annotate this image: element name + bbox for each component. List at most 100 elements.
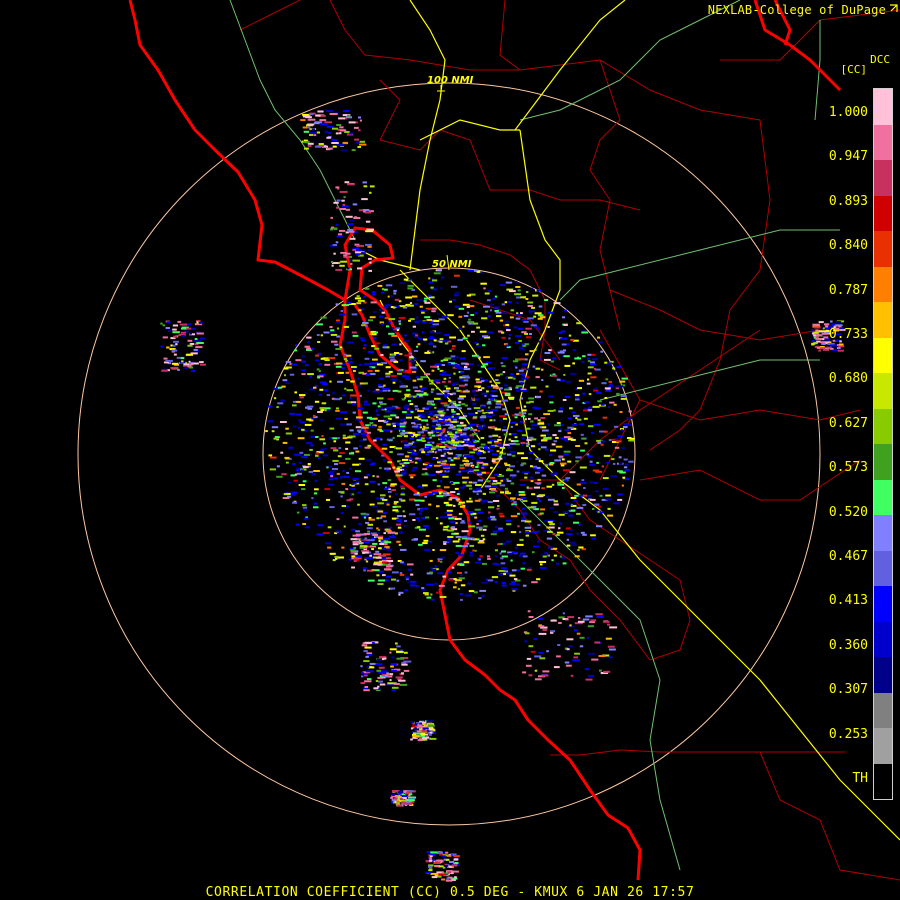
radar-echo-pixel [546, 650, 549, 653]
radar-echo-pixel [418, 459, 422, 462]
radar-echo-pixel [477, 389, 482, 391]
radar-echo-pixel [382, 387, 389, 390]
radar-echo-pixel [443, 486, 450, 489]
radar-echo-pixel [519, 372, 526, 375]
radar-echo-pixel [358, 419, 361, 422]
radar-echo-pixel [484, 485, 491, 488]
radar-echo-pixel [581, 437, 587, 440]
radar-echo-pixel [317, 376, 321, 379]
radar-echo-pixel [835, 324, 843, 327]
radar-echo-pixel [544, 552, 548, 555]
radar-echo-pixel [314, 488, 319, 491]
radar-echo-pixel [522, 500, 528, 502]
radar-echo-pixel [410, 580, 417, 583]
radar-echo-pixel [434, 565, 437, 568]
radar-echo-pixel [277, 402, 284, 405]
radar-echo-pixel [376, 658, 382, 661]
radar-echo-pixel [531, 581, 538, 584]
radar-echo-pixel [457, 444, 464, 447]
radar-echo-pixel [353, 560, 357, 562]
radar-echo-pixel [323, 442, 326, 445]
radar-echo-pixel [381, 670, 388, 673]
radar-echo-pixel [549, 454, 553, 457]
radar-echo-pixel [284, 456, 290, 459]
radar-echo-pixel [539, 512, 544, 515]
radar-echo-pixel [516, 301, 519, 304]
radar-echo-pixel [471, 433, 478, 436]
radar-echo-pixel [463, 315, 469, 317]
radar-echo-pixel [454, 581, 457, 584]
radar-echo-pixel [495, 494, 501, 497]
radar-echo-pixel [476, 464, 480, 466]
radar-echo-pixel [455, 551, 460, 554]
radar-echo-pixel [511, 454, 516, 457]
radar-echo-pixel [298, 484, 305, 486]
radar-echo-pixel [488, 511, 491, 514]
radar-echo-pixel [436, 505, 440, 508]
radar-echo-pixel [420, 508, 424, 511]
radar-echo-pixel [552, 357, 557, 360]
radar-echo-pixel [567, 460, 572, 463]
radar-echo-pixel [452, 444, 456, 447]
radar-echo-pixel [396, 447, 402, 450]
radar-echo-pixel [319, 119, 327, 122]
radar-echo-pixel [619, 380, 626, 383]
radar-echo-pixel [371, 345, 376, 348]
radar-echo-pixel [378, 315, 383, 318]
radar-echo-pixel [385, 284, 393, 287]
radar-echo-pixel [163, 357, 168, 360]
radar-echo-pixel [556, 534, 560, 536]
radar-echo-pixel [570, 674, 574, 677]
radar-echo-pixel [417, 409, 425, 412]
radar-echo-pixel [520, 496, 527, 499]
radar-echo-pixel [469, 487, 473, 490]
radar-echo-pixel [349, 396, 353, 399]
radar-echo-pixel [365, 521, 370, 524]
radar-echo-pixel [352, 516, 359, 519]
radar-echo-pixel [475, 484, 482, 486]
radar-echo-pixel [306, 405, 314, 408]
radar-echo-pixel [485, 480, 491, 483]
radar-echo-pixel [526, 486, 529, 489]
radar-echo-pixel [358, 116, 361, 119]
color-scale-segment [874, 302, 892, 338]
radar-echo-pixel [603, 430, 608, 433]
radar-echo-pixel [613, 425, 619, 428]
radar-echo-pixel [395, 642, 398, 645]
color-scale-tick-label: 1.000 [828, 105, 868, 120]
radar-echo-pixel [811, 329, 815, 331]
radar-echo-pixel [418, 520, 421, 523]
radar-echo-pixel [520, 296, 526, 299]
radar-echo-pixel [483, 528, 487, 531]
radar-echo-pixel [597, 505, 601, 508]
radar-echo-pixel [538, 500, 542, 503]
radar-echo-pixel [449, 349, 452, 352]
radar-echo-pixel [281, 385, 286, 388]
radar-echo-pixel [521, 377, 528, 380]
radar-echo-pixel [417, 319, 421, 322]
radar-echo-pixel [403, 515, 406, 518]
radar-echo-pixel [348, 121, 356, 124]
radar-echo-pixel [335, 206, 339, 209]
radar-echo-pixel [464, 415, 468, 418]
radar-echo-pixel [414, 723, 418, 726]
radar-echo-pixel [329, 506, 335, 509]
radar-echo-pixel [453, 586, 457, 589]
radar-echo-pixel [511, 569, 517, 572]
radar-echo-pixel [343, 326, 349, 328]
radar-echo-pixel [577, 387, 582, 390]
radar-echo-pixel [398, 591, 404, 594]
radar-echo-pixel [342, 203, 346, 206]
radar-echo-pixel [393, 292, 397, 295]
arrow-icon[interactable] [889, 4, 898, 13]
radar-echo-pixel [487, 557, 491, 560]
radar-echo-pixel [463, 368, 471, 371]
radar-echo-pixel [532, 406, 537, 409]
radar-echo-pixel [308, 118, 316, 121]
radar-echo-pixel [567, 616, 575, 619]
radar-echo-pixel [487, 385, 491, 388]
radar-echo-pixel [187, 344, 193, 347]
radar-echo-pixel [428, 866, 433, 869]
radar-echo-pixel [471, 436, 474, 439]
radar-echo-pixel [569, 407, 573, 410]
